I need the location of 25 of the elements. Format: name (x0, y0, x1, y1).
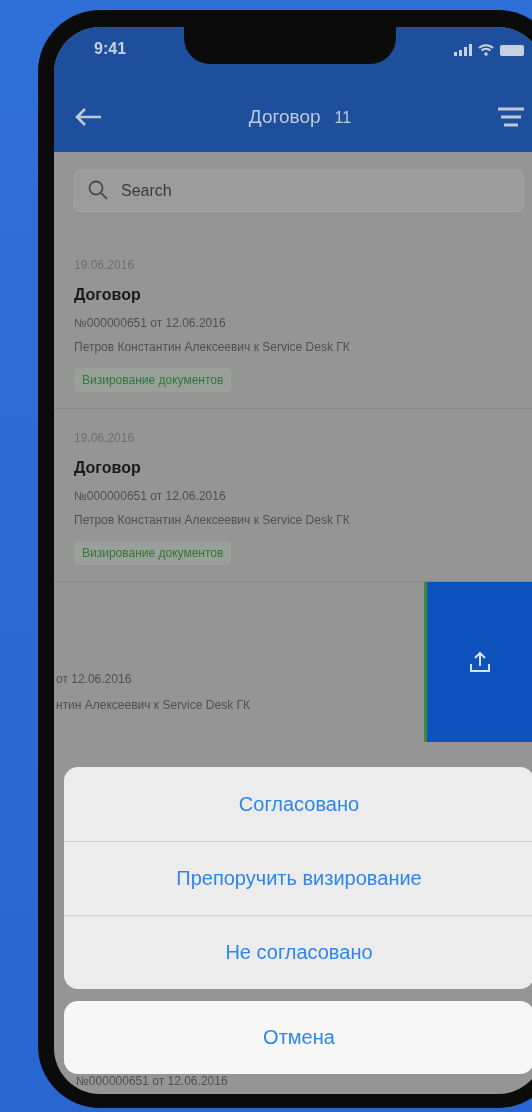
filter-menu-button[interactable] (498, 107, 524, 127)
battery-icon (500, 44, 524, 56)
status-tag: Визирование документов (74, 541, 232, 565)
status-tag: Визирование документов (74, 368, 232, 392)
document-author: нтин Алексеевич к Service Desk ГК (56, 698, 251, 712)
document-number: №000000651 от 12.06.2016 (75, 1074, 229, 1090)
document-number: от 12.06.2016 (56, 672, 133, 686)
sheet-action-button[interactable]: Согласовано (64, 767, 532, 841)
upload-icon (468, 651, 491, 673)
document-author: Петров Константин Алексеевич к Service Desk ГК (74, 340, 350, 354)
back-button[interactable] (74, 107, 102, 127)
document-number: №000000651 от 12.06.2016 (74, 316, 226, 330)
document-author: Петров Константин Алексеевич к Service Desk ГК (74, 513, 350, 527)
document-title: Договор (74, 459, 141, 477)
cancel-button[interactable]: Отмена (64, 1001, 532, 1074)
wifi-icon (478, 44, 494, 56)
sheet-action-button[interactable]: Препоручить визирование (64, 841, 532, 915)
search-field[interactable]: Search (74, 170, 524, 212)
signal-icon (454, 44, 472, 56)
document-count: 11 (334, 109, 352, 127)
screen-title: Договор (248, 106, 321, 128)
document-title: Договор (74, 286, 141, 304)
sheet-action-button[interactable]: Не согласовано (64, 915, 532, 989)
status-time: 9:41 (93, 39, 127, 58)
document-number: №000000651 от 12.06.2016 (74, 489, 226, 503)
